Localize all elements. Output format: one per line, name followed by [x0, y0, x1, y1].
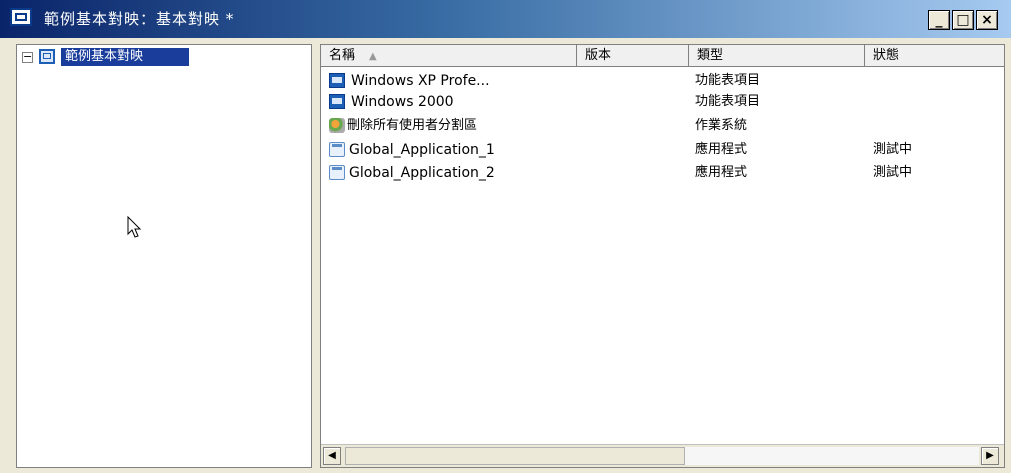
window-title: 範例基本對映：基本對映 *: [44, 10, 235, 28]
os-icon: [329, 118, 345, 133]
horizontal-scrollbar[interactable]: ◀ ▶: [321, 444, 1004, 467]
list-row[interactable]: Windows XP Profe... 功能表項目: [321, 70, 1004, 92]
scroll-right-button[interactable]: ▶: [981, 447, 999, 465]
list-row[interactable]: 刪除所有使用者分割區 作業系統: [321, 115, 1004, 137]
scroll-track[interactable]: [685, 447, 979, 465]
list-row[interactable]: Global_Application_1 應用程式 測試中: [321, 139, 1004, 161]
row-status: 測試中: [873, 142, 913, 157]
app-window: 範例基本對映：基本對映 * _ □ × − 範例基本對映 名稱 ▲ 版本 類型 狀…: [0, 0, 1011, 473]
list-header: 名稱 ▲ 版本 類型 狀態: [321, 45, 1004, 67]
column-header-status[interactable]: 狀態: [865, 45, 1004, 67]
row-name: Global_Application_2: [349, 165, 495, 181]
application-icon: [329, 165, 345, 180]
row-type: 功能表項目: [695, 73, 761, 88]
sort-ascending-icon: ▲: [369, 51, 377, 62]
menu-item-icon: [329, 73, 345, 88]
scroll-thumb[interactable]: [345, 447, 685, 465]
row-name: Global_Application_1: [349, 142, 495, 158]
row-status: 測試中: [873, 165, 913, 180]
list-row[interactable]: Windows 2000 功能表項目: [321, 91, 1004, 113]
tree-panel: − 範例基本對映: [16, 44, 312, 468]
collapse-toggle[interactable]: −: [22, 51, 33, 63]
column-header-version[interactable]: 版本: [577, 45, 689, 67]
row-type: 功能表項目: [695, 94, 761, 109]
tree-item-root[interactable]: 範例基本對映: [61, 48, 190, 66]
window-icon: [10, 8, 32, 26]
mapping-icon: [39, 49, 55, 64]
scroll-left-button[interactable]: ◀: [323, 447, 341, 465]
maximize-button[interactable]: □: [952, 10, 974, 30]
row-name: Windows 2000: [351, 94, 454, 110]
column-header-name[interactable]: 名稱 ▲: [321, 45, 577, 67]
minimize-button[interactable]: _: [928, 10, 950, 30]
row-name: 刪除所有使用者分割區: [347, 118, 478, 133]
row-type: 作業系統: [695, 118, 748, 133]
column-header-type[interactable]: 類型: [689, 45, 865, 67]
details-list: 名稱 ▲ 版本 類型 狀態 Windows XP Profe... 功能表項目 W…: [320, 44, 1005, 468]
menu-item-icon: [329, 94, 345, 109]
row-type: 應用程式: [695, 142, 748, 157]
list-row[interactable]: Global_Application_2 應用程式 測試中: [321, 162, 1004, 184]
row-type: 應用程式: [695, 165, 748, 180]
title-bar[interactable]: 範例基本對映：基本對映 * _ □ ×: [0, 0, 1011, 38]
row-name: Windows XP Profe...: [351, 73, 490, 89]
close-button[interactable]: ×: [976, 10, 998, 30]
mouse-cursor-icon: [127, 216, 142, 238]
application-icon: [329, 142, 345, 157]
